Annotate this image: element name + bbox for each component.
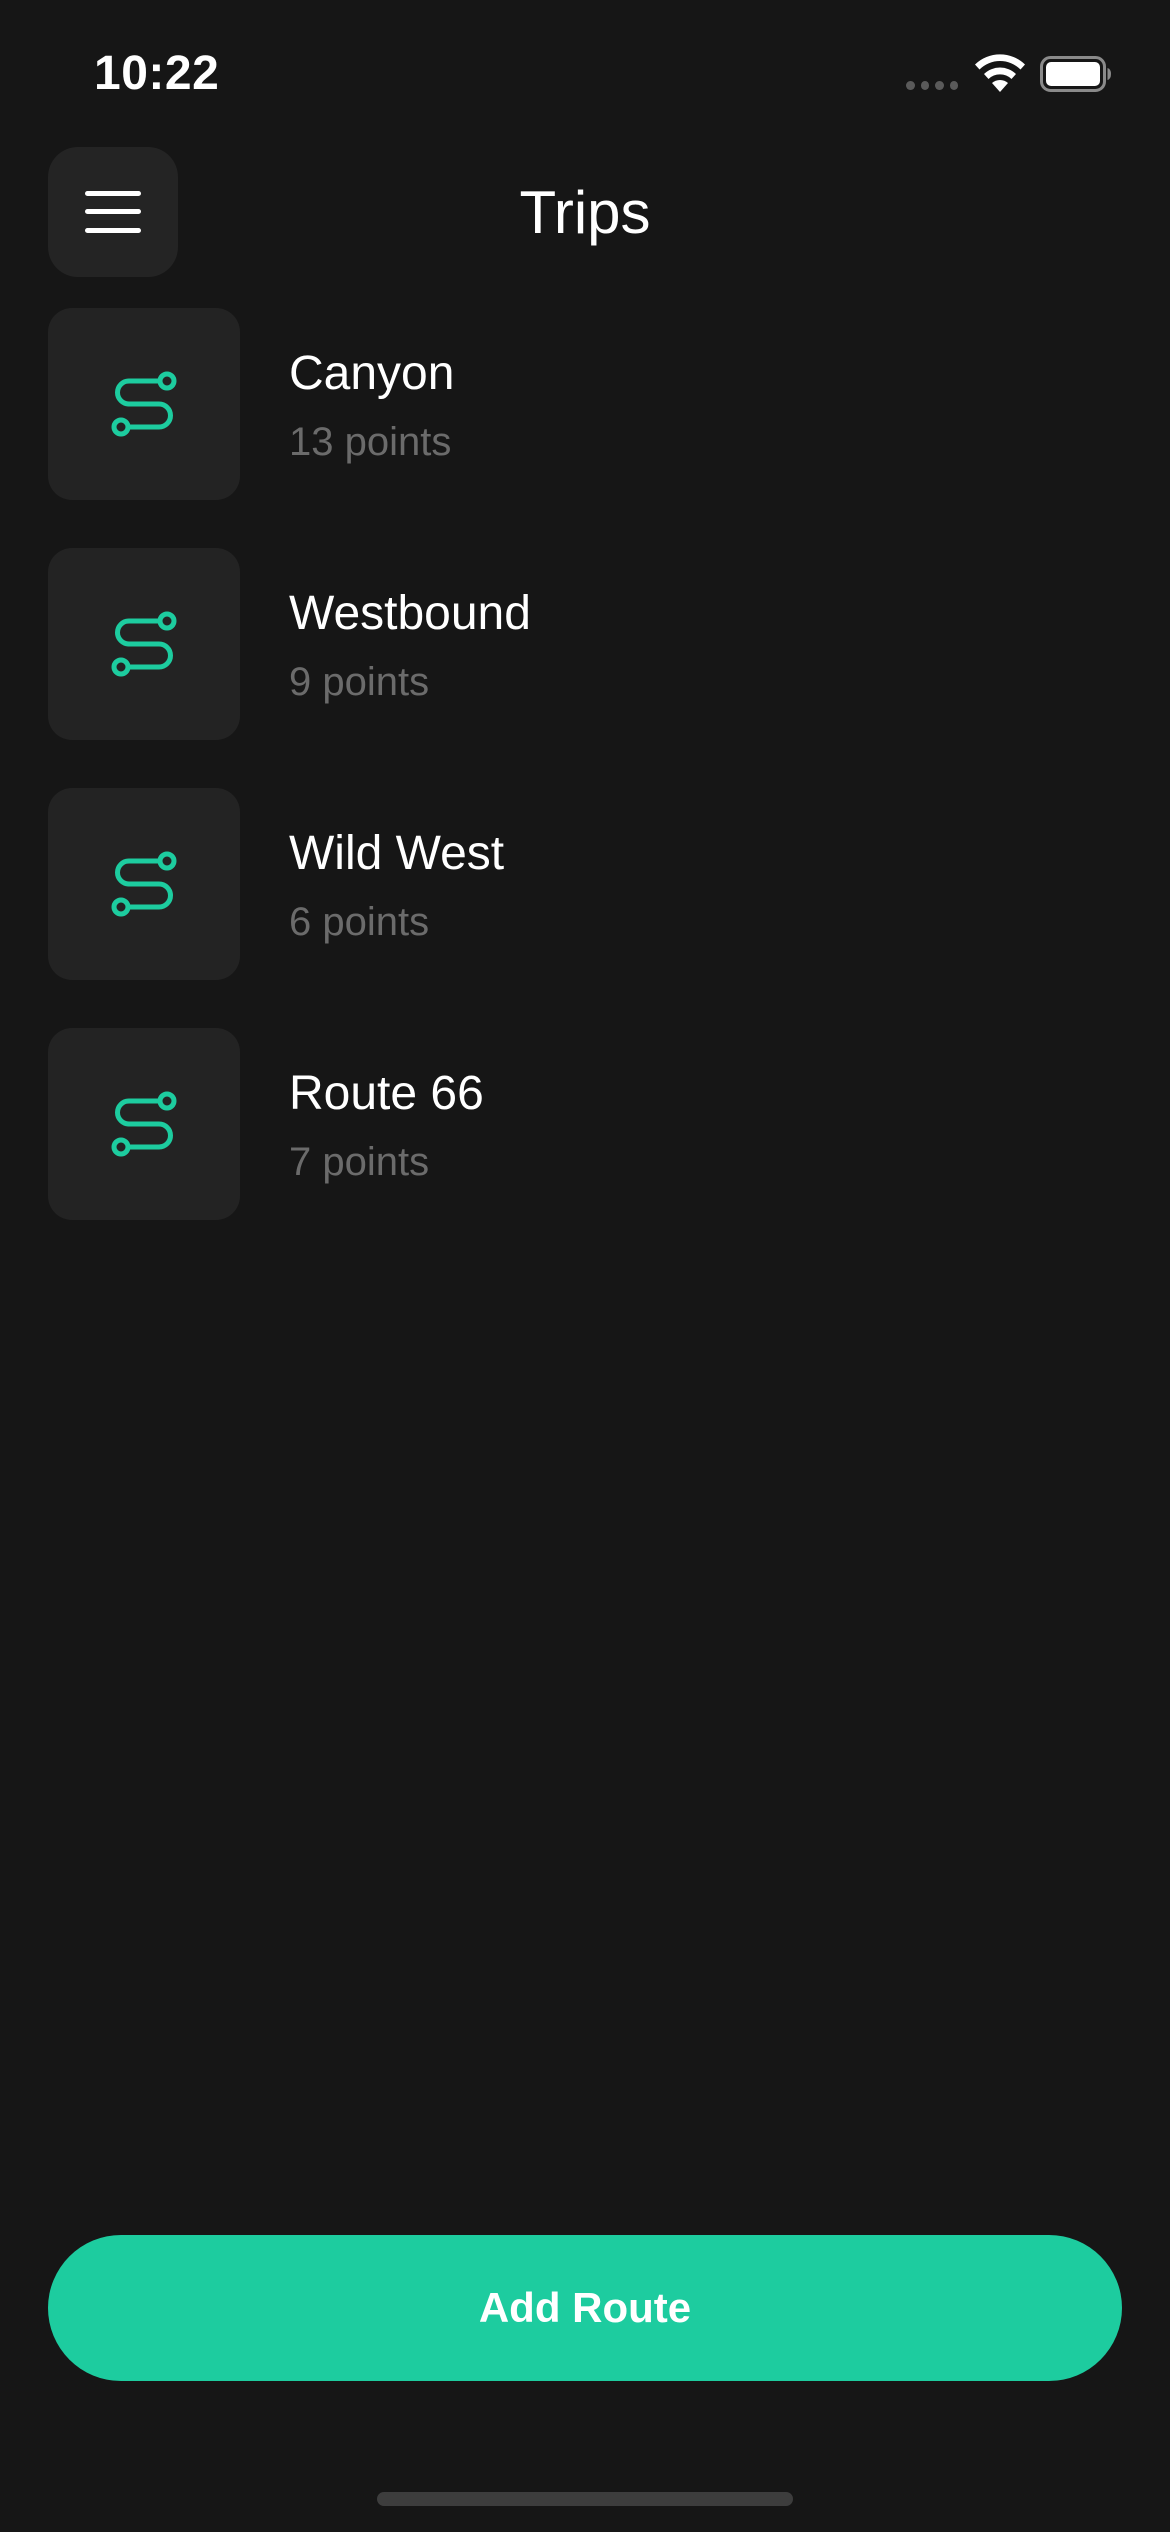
route-item-route-66[interactable]: Route 66 7 points bbox=[48, 1028, 1122, 1220]
route-icon bbox=[111, 851, 177, 917]
route-name: Westbound bbox=[289, 587, 531, 640]
route-icon bbox=[111, 371, 177, 437]
route-thumbnail bbox=[48, 548, 240, 740]
route-thumbnail bbox=[48, 308, 240, 500]
route-name: Route 66 bbox=[289, 1067, 484, 1120]
status-time: 10:22 bbox=[94, 47, 220, 100]
home-indicator[interactable] bbox=[377, 2492, 793, 2506]
route-item-westbound[interactable]: Westbound 9 points bbox=[48, 548, 1122, 740]
route-thumbnail bbox=[48, 788, 240, 980]
cellular-signal-icon bbox=[906, 81, 958, 91]
status-bar: 10:22 bbox=[0, 0, 1170, 150]
page-title: Trips bbox=[519, 179, 651, 246]
route-item-canyon[interactable]: Canyon 13 points bbox=[48, 308, 1122, 500]
battery-icon bbox=[1040, 56, 1111, 92]
route-points: 7 points bbox=[289, 1140, 430, 1184]
route-points: 13 points bbox=[289, 420, 452, 464]
route-thumbnail bbox=[48, 1028, 240, 1220]
route-points: 6 points bbox=[289, 900, 430, 944]
add-route-button[interactable]: Add Route bbox=[48, 2235, 1122, 2381]
wifi-icon bbox=[975, 54, 1025, 92]
route-name: Canyon bbox=[289, 347, 455, 400]
route-points: 9 points bbox=[289, 660, 430, 704]
route-item-wild-west[interactable]: Wild West 6 points bbox=[48, 788, 1122, 980]
route-icon bbox=[111, 611, 177, 677]
route-icon bbox=[111, 1091, 177, 1157]
route-name: Wild West bbox=[289, 827, 505, 880]
route-list: Canyon 13 points Westbound 9 points Wild… bbox=[48, 308, 1122, 1268]
